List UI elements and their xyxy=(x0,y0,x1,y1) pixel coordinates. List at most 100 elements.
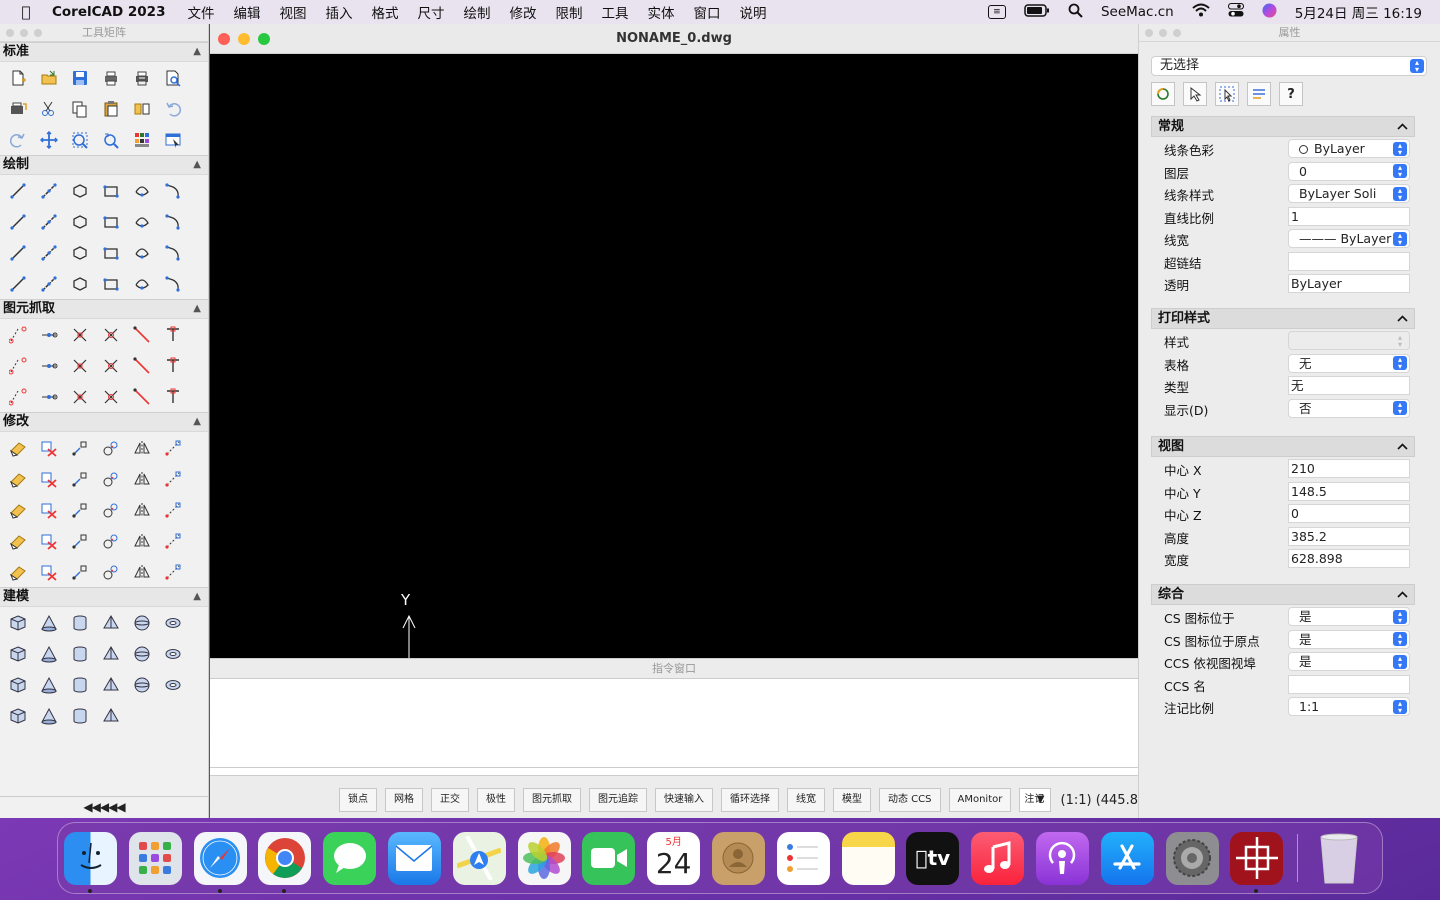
menu-constraints[interactable]: 限制 xyxy=(555,2,582,22)
draw-tool-icon[interactable] xyxy=(157,268,188,299)
property-dropdown[interactable]: 1:1 ▴ ▾ xyxy=(1288,697,1410,716)
selection-dropdown[interactable]: 无选择 ▴ ▾ xyxy=(1151,56,1427,76)
standard-tool-icon[interactable] xyxy=(2,62,33,93)
draw-tool-icon[interactable] xyxy=(33,237,64,268)
chevron-up-icon[interactable] xyxy=(1397,309,1408,328)
property-field[interactable] xyxy=(1288,251,1410,271)
close-button[interactable] xyxy=(1145,29,1153,37)
draw-tool-icon[interactable] xyxy=(126,268,157,299)
draw-tool-icon[interactable] xyxy=(95,268,126,299)
property-dropdown[interactable]: 0 ▴ ▾ xyxy=(1288,161,1410,181)
minimize-window-button[interactable] xyxy=(238,33,250,45)
standard-tool-icon[interactable] xyxy=(95,124,126,155)
standard-tool-icon[interactable] xyxy=(126,93,157,124)
modeling-tool-icon[interactable] xyxy=(157,669,188,700)
property-dropdown[interactable]: 是 ▴ ▾ xyxy=(1288,629,1410,649)
modify-tool-icon[interactable] xyxy=(2,556,33,587)
status-cycle-select-button[interactable]: 循环选择 xyxy=(721,788,779,812)
apple-tv-app-icon[interactable]: tv xyxy=(906,831,960,885)
battery-icon[interactable] xyxy=(1024,3,1050,21)
entity-snap-tool-icon[interactable] xyxy=(157,319,188,350)
section-header-standard[interactable]: 标准 ▲ xyxy=(0,42,208,62)
modify-tool-icon[interactable] xyxy=(157,463,188,494)
app-name-menu[interactable]: CorelCAD 2023 xyxy=(52,4,165,20)
modeling-tool-icon[interactable] xyxy=(126,638,157,669)
modify-tool-icon[interactable] xyxy=(126,463,157,494)
properties-list-button[interactable] xyxy=(1247,82,1271,106)
corelcad-app-icon[interactable] xyxy=(1230,831,1284,893)
modify-tool-icon[interactable] xyxy=(95,525,126,556)
toggle-pickadd-button[interactable] xyxy=(1151,82,1175,106)
standard-tool-icon[interactable] xyxy=(126,124,157,155)
modify-tool-icon[interactable] xyxy=(2,463,33,494)
draw-tool-icon[interactable] xyxy=(33,268,64,299)
draw-tool-icon[interactable] xyxy=(2,175,33,206)
property-field[interactable] xyxy=(1288,674,1410,694)
draw-tool-icon[interactable] xyxy=(2,237,33,268)
modify-tool-icon[interactable] xyxy=(126,525,157,556)
standard-tool-icon[interactable] xyxy=(64,93,95,124)
notes-app-icon[interactable] xyxy=(841,831,895,885)
standard-tool-icon[interactable] xyxy=(33,124,64,155)
search-icon[interactable] xyxy=(1068,3,1083,22)
modify-tool-icon[interactable] xyxy=(126,494,157,525)
clock[interactable]: 5月24日 周三 16:19 xyxy=(1295,2,1422,22)
status-quickinput-button[interactable]: 快速输入 xyxy=(655,788,713,812)
section-header-modeling[interactable]: 建模 ▲ xyxy=(0,587,208,607)
modify-tool-icon[interactable] xyxy=(33,525,64,556)
draw-tool-icon[interactable] xyxy=(64,237,95,268)
modify-tool-icon[interactable] xyxy=(33,463,64,494)
section-header-view[interactable]: 视图 xyxy=(1151,436,1415,457)
standard-tool-icon[interactable] xyxy=(33,62,64,93)
modeling-tool-icon[interactable] xyxy=(33,607,64,638)
status-ortho-button[interactable]: 正交 xyxy=(431,788,469,812)
property-field[interactable]: 628.898 xyxy=(1288,549,1410,568)
property-field[interactable]: 0 xyxy=(1288,504,1410,523)
property-dropdown[interactable]: 是 ▴ ▾ xyxy=(1288,652,1410,671)
modeling-tool-icon[interactable] xyxy=(64,607,95,638)
section-header-print[interactable]: 打印样式 xyxy=(1151,308,1415,329)
modeling-tool-icon[interactable] xyxy=(95,607,126,638)
maps-app-icon[interactable] xyxy=(452,831,506,885)
apple-icon[interactable]:  xyxy=(0,3,52,21)
modeling-tool-icon[interactable] xyxy=(33,669,64,700)
collapse-triangle-icon[interactable]: ▲ xyxy=(193,156,201,174)
menu-insert[interactable]: 插入 xyxy=(325,2,352,22)
photos-app-icon[interactable] xyxy=(517,831,571,885)
menu-format[interactable]: 格式 xyxy=(371,2,398,22)
entity-snap-tool-icon[interactable] xyxy=(2,350,33,381)
status-grid-button[interactable]: 网格 xyxy=(385,788,423,812)
property-dropdown[interactable]: 无 ▴ ▾ xyxy=(1288,353,1410,373)
toolbox-collapse-button[interactable]: ◀◀◀◀◀ xyxy=(0,796,208,818)
menu-modify[interactable]: 修改 xyxy=(509,2,536,22)
draw-tool-icon[interactable] xyxy=(33,175,64,206)
property-field[interactable]: 385.2 xyxy=(1288,526,1410,546)
property-dropdown[interactable]: ByLayer ▴ ▾ xyxy=(1288,139,1410,158)
modify-tool-icon[interactable] xyxy=(95,556,126,587)
draw-tool-icon[interactable] xyxy=(64,268,95,299)
draw-tool-icon[interactable] xyxy=(157,175,188,206)
minimize-button[interactable] xyxy=(1159,29,1167,37)
section-header-draw[interactable]: 绘制 ▲ xyxy=(0,155,208,175)
modeling-tool-icon[interactable] xyxy=(2,607,33,638)
entity-snap-tool-icon[interactable] xyxy=(2,381,33,412)
trash-icon[interactable] xyxy=(1312,832,1365,885)
draw-tool-icon[interactable] xyxy=(95,237,126,268)
command-history[interactable] xyxy=(210,678,1138,768)
standard-tool-icon[interactable] xyxy=(126,62,157,93)
menu-window[interactable]: 窗口 xyxy=(693,2,720,22)
draw-tool-icon[interactable] xyxy=(33,206,64,237)
calendar-app-icon[interactable]: 5月 24 xyxy=(647,831,701,885)
standard-tool-icon[interactable] xyxy=(33,93,64,124)
zoom-button[interactable] xyxy=(34,29,42,37)
menu-tools[interactable]: 工具 xyxy=(601,2,628,22)
reminders-app-icon[interactable] xyxy=(776,831,830,885)
help-button[interactable]: ? xyxy=(1279,82,1303,106)
modeling-tool-icon[interactable] xyxy=(157,607,188,638)
status-polar-button[interactable]: 极性 xyxy=(477,788,515,812)
safari-app-icon[interactable] xyxy=(193,831,247,893)
collapse-triangle-icon[interactable]: ▲ xyxy=(193,43,201,61)
draw-tool-icon[interactable] xyxy=(95,206,126,237)
modify-tool-icon[interactable] xyxy=(2,525,33,556)
finder-app-icon[interactable] xyxy=(64,831,117,893)
